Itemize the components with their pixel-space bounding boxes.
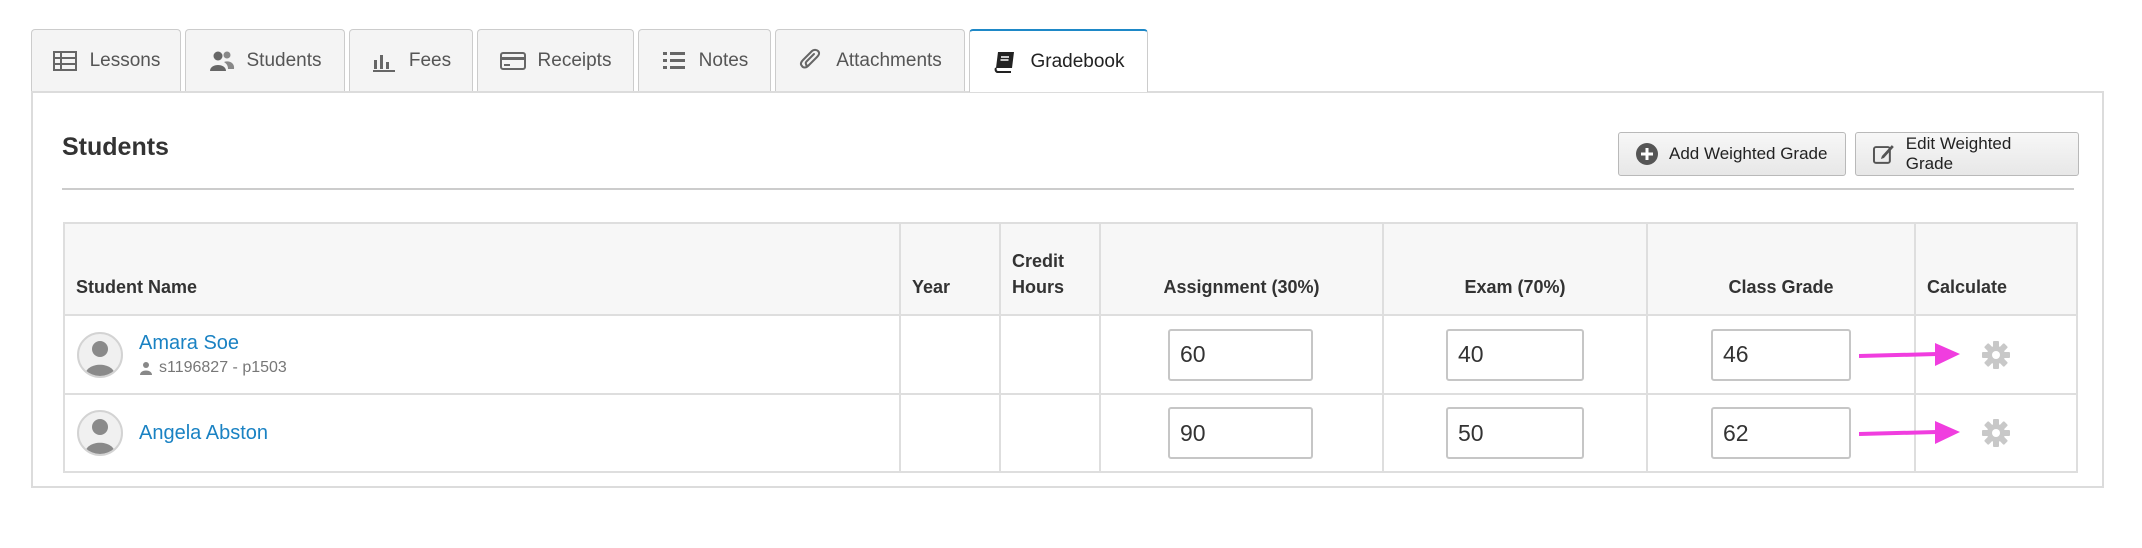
header-year[interactable]: Year (899, 222, 1001, 316)
table-row: Amara Soe s1196827 - p1503 (63, 314, 2078, 395)
user-icon (140, 362, 152, 375)
year-cell (899, 314, 1001, 395)
add-weighted-grade-button[interactable]: Add Weighted Grade (1618, 132, 1846, 176)
avatar (77, 331, 123, 378)
header-student-name[interactable]: Student Name (63, 222, 901, 316)
avatar-placeholder-icon (85, 419, 115, 454)
exam-cell (1382, 314, 1648, 395)
student-cell: Amara Soe s1196827 - p1503 (63, 314, 901, 395)
assignment-cell (1099, 393, 1384, 473)
assignment-grade-input[interactable] (1168, 328, 1313, 381)
avatar-placeholder-icon (85, 340, 115, 376)
button-label: Add Weighted Grade (1669, 144, 1828, 163)
button-label: Edit Weighted Grade (1905, 134, 2012, 173)
assignment-cell (1099, 314, 1384, 395)
tab-label: Lessons (89, 49, 161, 71)
assignment-grade-input[interactable] (1168, 407, 1313, 459)
tab-label: Gradebook (1030, 50, 1125, 72)
tab-label: Students (246, 49, 322, 71)
bar-chart-icon (372, 54, 395, 72)
exam-grade-input[interactable] (1446, 328, 1584, 381)
users-icon (209, 51, 234, 71)
edit-icon (1872, 145, 1894, 164)
header-calculate: Calculate (1914, 222, 2078, 316)
student-cell: Angela Abston (63, 393, 901, 473)
student-name-link[interactable]: Amara Soe (139, 332, 287, 355)
paperclip-icon (800, 48, 821, 68)
gear-icon[interactable] (1981, 340, 2011, 370)
list-icon (662, 51, 685, 69)
class-grade-cell (1646, 314, 1960, 395)
class-grade-input[interactable] (1711, 328, 1851, 381)
gradebook-table: Student Name Year Credit Hours Assignmen… (63, 222, 2078, 473)
year-cell (899, 393, 1001, 473)
tab-label: Receipts (537, 49, 612, 71)
gear-icon[interactable] (1981, 418, 2011, 448)
header-class-grade[interactable]: Class Grade (1646, 222, 1916, 316)
credit-hours-cell (999, 393, 1101, 473)
exam-cell (1382, 393, 1648, 473)
tab-fees[interactable]: Fees (349, 29, 473, 91)
tab-attachments[interactable]: Attachments (775, 29, 965, 91)
edit-weighted-grade-button[interactable]: Edit Weighted Grade (1855, 132, 2079, 176)
book-icon (995, 51, 1015, 73)
tab-label: Attachments (836, 49, 942, 71)
header-assignment[interactable]: Assignment (30%) (1099, 222, 1384, 316)
credit-card-icon (499, 51, 526, 70)
divider (62, 188, 2074, 190)
plus-circle-icon (1636, 143, 1658, 165)
class-grade-input[interactable] (1711, 407, 1851, 459)
header-exam[interactable]: Exam (70%) (1382, 222, 1648, 316)
student-id: s1196827 - p1503 (159, 359, 287, 376)
tab-lessons[interactable]: Lessons (31, 29, 181, 91)
table-icon (52, 50, 77, 71)
tab-bar: Lessons Students Fees Receipts Notes Att… (31, 29, 1152, 92)
avatar (77, 410, 123, 456)
tab-label: Fees (408, 49, 452, 71)
credit-hours-cell (999, 314, 1101, 395)
class-grade-cell (1646, 393, 1960, 473)
calculate-cell (1914, 393, 2078, 473)
tab-gradebook[interactable]: Gradebook (969, 29, 1148, 92)
calculate-cell (1914, 314, 2078, 395)
table-header-row: Student Name Year Credit Hours Assignmen… (63, 222, 2078, 316)
table-row: Angela Abston (63, 393, 2078, 473)
tab-students[interactable]: Students (185, 29, 345, 91)
tab-notes[interactable]: Notes (638, 29, 771, 91)
tab-label: Notes (698, 49, 749, 71)
panel-title: Students (62, 133, 169, 161)
student-name-link[interactable]: Angela Abston (139, 422, 268, 445)
exam-grade-input[interactable] (1446, 407, 1584, 459)
student-meta: s1196827 - p1503 (139, 359, 287, 377)
header-credit-hours[interactable]: Credit Hours (999, 222, 1101, 316)
gradebook-panel: Students Add Weighted Grade Edit Weighte… (31, 91, 2104, 488)
tab-receipts[interactable]: Receipts (477, 29, 634, 91)
